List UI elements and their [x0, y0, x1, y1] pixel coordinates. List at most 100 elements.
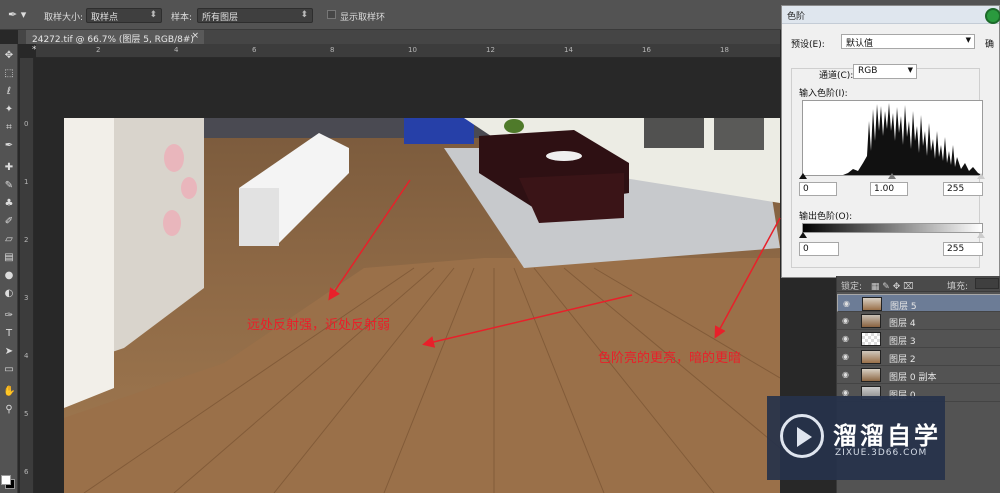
brush-tool-icon[interactable]: ✎	[3, 180, 15, 192]
hand-tool-icon[interactable]: ✋	[3, 386, 15, 398]
layer-row[interactable]: ◉ 图层 0 副本	[837, 366, 1000, 384]
histogram	[802, 100, 983, 176]
input-black-slider[interactable]	[799, 173, 807, 179]
ruler-number: 10	[408, 46, 417, 54]
chevron-down-icon: ▼	[907, 66, 913, 74]
tools-panel: ✥ ⬚ ℓ ✦ ⌗ ✒ ✚ ✎ ♣ ✐ ▱ ▤ ● ◐ ✑ T ➤ ▭ ✋ ⚲	[0, 44, 18, 493]
histogram-plot	[803, 103, 982, 175]
layer-name: 图层 0 副本	[889, 373, 937, 383]
preset-dropdown[interactable]: 默认值 ▼	[841, 34, 975, 49]
chevron-down-icon: ⬍	[300, 10, 308, 20]
layer-thumbnail	[861, 314, 881, 328]
ruler-number: 4	[174, 46, 179, 54]
eye-icon[interactable]: ◉	[842, 370, 849, 379]
sample-size-value: 取样点	[91, 13, 119, 23]
document-tab[interactable]: 24272.tif @ 66.7% (图层 5, RGB/8#) * ×	[26, 30, 204, 55]
layer-row[interactable]: ◉ 图层 3	[837, 330, 1000, 348]
show-ring-checkbox[interactable]	[327, 10, 336, 19]
ruler-number: 16	[642, 46, 651, 54]
layer-thumbnail	[862, 297, 882, 311]
eye-icon[interactable]: ◉	[843, 299, 850, 308]
eye-icon[interactable]: ◉	[842, 352, 849, 361]
lasso-tool-icon[interactable]: ℓ	[3, 86, 15, 98]
eraser-tool-icon[interactable]: ▱	[3, 234, 15, 246]
pen-tool-icon[interactable]: ✑	[3, 310, 15, 322]
layer-row[interactable]: ◉ 图层 5	[837, 294, 1000, 312]
watermark-url: ZIXUE.3D66.COM	[835, 448, 928, 458]
ruler-number: 6	[24, 468, 29, 476]
horizontal-ruler: 2 4 6 8 10 12 14 16 18	[36, 44, 780, 58]
magic-wand-tool-icon[interactable]: ✦	[3, 104, 15, 116]
blur-tool-icon[interactable]: ●	[3, 270, 15, 282]
ruler-number: 4	[24, 352, 29, 360]
fill-input[interactable]	[975, 278, 999, 289]
input-white-field[interactable]: 255	[943, 182, 983, 196]
room-illustration	[64, 118, 780, 493]
eyedropper-icon[interactable]: ✒ ▾	[8, 8, 30, 22]
watermark-logo: 溜溜自学 ZIXUE.3D66.COM	[767, 396, 945, 480]
close-icon[interactable]: ×	[191, 31, 199, 41]
ruler-number: 2	[96, 46, 101, 54]
show-ring-label: 显示取样环	[340, 13, 386, 23]
levels-dialog-title: 色阶	[782, 6, 999, 24]
channel-value: RGB	[858, 66, 878, 76]
input-gamma-field[interactable]: 1.00	[870, 182, 908, 196]
healing-brush-icon[interactable]: ✚	[3, 162, 15, 174]
output-black-slider[interactable]	[799, 232, 807, 238]
channel-dropdown[interactable]: RGB ▼	[853, 64, 917, 79]
zoom-tool-icon[interactable]: ⚲	[3, 404, 15, 416]
layer-thumbnail	[861, 368, 881, 382]
sample-label: 样本:	[171, 13, 193, 23]
path-selection-icon[interactable]: ➤	[3, 346, 15, 358]
sample-dropdown[interactable]: 所有图层 ⬍	[197, 8, 313, 23]
ruler-number: 6	[252, 46, 257, 54]
document-tab-bar: 24272.tif @ 66.7% (图层 5, RGB/8#) * ×	[18, 30, 780, 55]
ruler-number: 1	[24, 178, 29, 186]
annotation-levels: 色阶亮的更亮，暗的更暗	[598, 351, 742, 366]
layer-row[interactable]: ◉ 图层 4	[837, 312, 1000, 330]
ruler-number: 5	[24, 410, 29, 418]
ruler-number: 12	[486, 46, 495, 54]
eye-icon[interactable]: ◉	[842, 316, 849, 325]
layer-thumbnail	[861, 332, 881, 346]
eyedropper-tool-icon[interactable]: ✒	[3, 140, 15, 152]
gradient-tool-icon[interactable]: ▤	[3, 252, 15, 264]
annotation-reflection: 远处反射强，近处反射弱	[247, 318, 391, 333]
sample-size-dropdown[interactable]: 取样点 ⬍	[86, 8, 162, 23]
dodge-tool-icon[interactable]: ◐	[3, 288, 15, 300]
vertical-ruler: 0 1 2 3 4 5 6	[20, 58, 34, 493]
lock-icons[interactable]: ▦ ✎ ✥ ⌧	[871, 282, 914, 292]
output-black-field[interactable]: 0	[799, 242, 839, 256]
crop-tool-icon[interactable]: ⌗	[3, 122, 15, 134]
preset-value: 默认值	[846, 39, 874, 49]
fill-label: 填充:	[947, 282, 969, 292]
input-levels-label: 输入色阶(I):	[799, 89, 848, 99]
close-icon[interactable]	[985, 8, 1000, 24]
eye-icon[interactable]: ◉	[842, 334, 849, 343]
sample-value: 所有图层	[202, 13, 239, 23]
shape-tool-icon[interactable]: ▭	[3, 364, 15, 376]
watermark-brand: 溜溜自学	[833, 422, 941, 450]
ruler-number: 14	[564, 46, 573, 54]
ruler-number: 3	[24, 294, 29, 302]
foreground-color-swatch[interactable]	[1, 475, 11, 485]
input-gamma-slider[interactable]	[888, 173, 896, 179]
chevron-down-icon: ▼	[965, 36, 971, 44]
ok-button[interactable]: 确	[985, 37, 994, 50]
layer-row[interactable]: ◉ 图层 2	[837, 348, 1000, 366]
stamp-tool-icon[interactable]: ♣	[3, 198, 15, 210]
input-white-slider[interactable]	[977, 173, 985, 179]
type-tool-icon[interactable]: T	[3, 328, 15, 340]
output-white-slider[interactable]	[977, 232, 985, 238]
history-brush-icon[interactable]: ✐	[3, 216, 15, 228]
output-gradient	[802, 223, 983, 233]
ruler-number: 8	[330, 46, 335, 54]
canvas-image[interactable]	[64, 118, 780, 493]
input-black-field[interactable]: 0	[799, 182, 837, 196]
layer-name: 图层 4	[889, 319, 916, 329]
marquee-tool-icon[interactable]: ⬚	[3, 68, 15, 80]
channel-label: 通道(C):	[819, 71, 854, 81]
move-tool-icon[interactable]: ✥	[3, 50, 15, 62]
layer-name: 图层 3	[889, 337, 916, 347]
output-white-field[interactable]: 255	[943, 242, 983, 256]
